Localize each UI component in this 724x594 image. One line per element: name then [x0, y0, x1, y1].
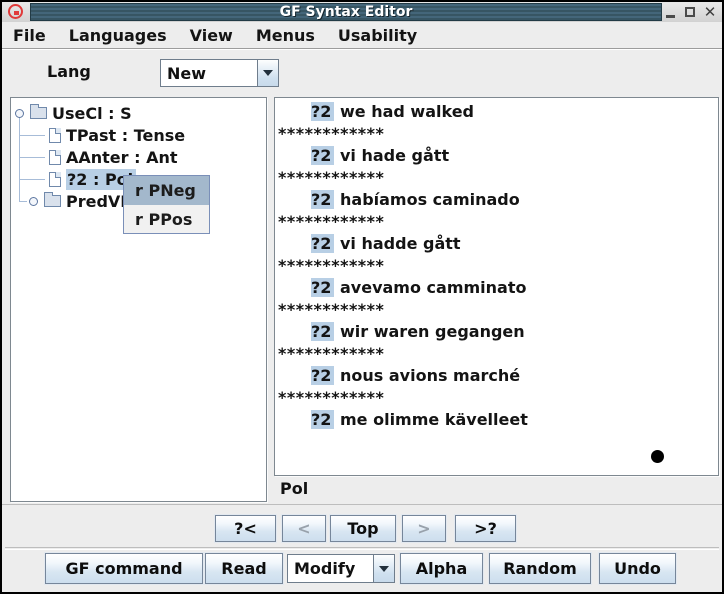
next-metavariable-button[interactable]: >? [455, 515, 516, 542]
tree-node-usecl[interactable]: UseCl : S [15, 102, 132, 124]
language-separator: ************ [275, 343, 718, 365]
alpha-button[interactable]: Alpha [400, 553, 483, 584]
linearization-line-german: ?2 wir waren gegangen [275, 321, 718, 343]
bottom-divider [5, 547, 719, 549]
menu-view[interactable]: View [190, 26, 233, 45]
tree-connector-line [19, 135, 45, 136]
linearization-line-english: ?2 we had walked [275, 101, 718, 123]
lang-combobox-arrow-button[interactable] [257, 60, 278, 86]
linearization-line-italian: ?2 avevamo camminato [275, 277, 718, 299]
language-separator: ************ [275, 123, 718, 145]
gf-logo-icon [8, 4, 23, 19]
gf-syntax-editor-window: GF Syntax Editor ✕ File Languages View M… [0, 0, 724, 594]
prev-metavariable-button[interactable]: ?< [215, 515, 276, 542]
tree-node-label[interactable]: TPast : Tense [66, 126, 185, 145]
undo-button[interactable]: Undo [599, 553, 676, 584]
next-node-button[interactable]: > [402, 515, 446, 542]
linearization-line-spanish: ?2 habíamos caminado [275, 189, 718, 211]
tree-collapse-toggle-icon[interactable] [29, 197, 38, 206]
close-button[interactable]: ✕ [702, 4, 718, 20]
black-dot-marker [651, 450, 664, 463]
window-title: GF Syntax Editor [280, 4, 413, 20]
gf-command-button[interactable]: GF command [45, 553, 203, 584]
top-button[interactable]: Top [330, 515, 396, 542]
linearization-panel[interactable]: ?2 we had walked ************ ?2 vi hade… [274, 97, 719, 476]
linearization-line-norwegian: ?2 vi hadde gått [275, 233, 718, 255]
document-icon [49, 172, 61, 187]
tree-node-tpast[interactable]: TPast : Tense [49, 124, 185, 146]
metavariable-token[interactable]: ?2 [311, 190, 334, 209]
menu-usability[interactable]: Usability [338, 26, 417, 45]
chevron-down-icon [263, 70, 273, 76]
metavariable-token[interactable]: ?2 [311, 278, 334, 297]
toolbar: Lang New Open Text Save As New Grammar [2, 50, 722, 94]
metavariable-token[interactable]: ?2 [311, 322, 334, 341]
popup-item-pneg[interactable]: r PNeg [124, 176, 209, 205]
language-separator: ************ [275, 167, 718, 189]
menu-menus[interactable]: Menus [256, 26, 315, 45]
metavariable-token[interactable]: ?2 [311, 234, 334, 253]
metavariable-token[interactable]: ?2 [311, 366, 334, 385]
tree-connector-line [19, 179, 45, 180]
modify-combobox[interactable]: Modify [287, 554, 395, 583]
tree-connector-line [19, 201, 27, 202]
language-separator: ************ [275, 211, 718, 233]
lang-combobox-value: New [161, 60, 257, 86]
popup-item-ppos[interactable]: r PPos [124, 205, 209, 234]
syntax-tree-panel: UseCl : S TPast : Tense AAnter : Ant ?2 … [10, 97, 267, 502]
menubar: File Languages View Menus Usability [2, 22, 722, 49]
tree-expand-toggle-icon[interactable] [15, 109, 24, 118]
content-divider [2, 504, 722, 506]
folder-icon [30, 107, 47, 119]
maximize-button[interactable] [682, 4, 698, 20]
menu-languages[interactable]: Languages [69, 26, 167, 45]
lang-label: Lang [47, 62, 91, 81]
refinement-popup-menu: r PNeg r PPos [123, 175, 210, 234]
tree-node-aanter[interactable]: AAnter : Ant [49, 146, 178, 168]
language-separator: ************ [275, 299, 718, 321]
language-separator: ************ [275, 387, 718, 409]
metavariable-token[interactable]: ?2 [311, 146, 334, 165]
lang-combobox[interactable]: New [160, 59, 279, 87]
minimize-icon [666, 15, 675, 18]
metavariable-token[interactable]: ?2 [311, 410, 334, 429]
modify-combobox-arrow-button[interactable] [373, 555, 394, 582]
close-icon: ✕ [704, 5, 717, 19]
linearization-line-french: ?2 nous avions marché [275, 365, 718, 387]
title-strip: GF Syntax Editor ✕ [2, 2, 722, 22]
linearization-line-finnish: ?2 me olimme kävelleet [275, 409, 718, 431]
maximize-icon [685, 7, 695, 17]
modify-combobox-value: Modify [288, 555, 373, 582]
tree-node-label[interactable]: UseCl : S [52, 104, 132, 123]
menu-file[interactable]: File [13, 26, 46, 45]
focus-type-label: Pol [280, 479, 308, 498]
document-icon [49, 128, 61, 143]
chevron-down-icon [379, 566, 389, 572]
tree-node-label[interactable]: AAnter : Ant [66, 148, 178, 167]
read-button[interactable]: Read [205, 553, 283, 584]
linearization-lines: ?2 we had walked ************ ?2 vi hade… [275, 98, 718, 431]
random-button[interactable]: Random [489, 553, 591, 584]
folder-icon [44, 195, 61, 207]
metavariable-token[interactable]: ?2 [311, 102, 334, 121]
titlebar[interactable]: GF Syntax Editor [30, 3, 662, 21]
document-icon [49, 150, 61, 165]
minimize-button[interactable] [662, 4, 678, 20]
language-separator: ************ [275, 255, 718, 277]
linearization-line-swedish: ?2 vi hade gått [275, 145, 718, 167]
prev-node-button[interactable]: < [282, 515, 326, 542]
tree-connector-line [19, 157, 45, 158]
